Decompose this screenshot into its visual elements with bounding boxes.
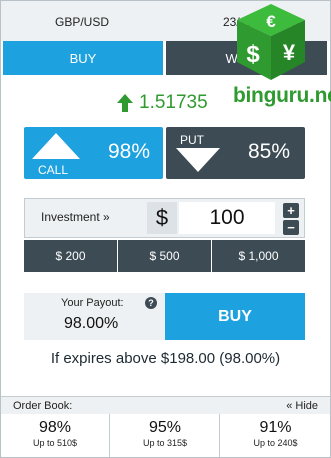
amount-input[interactable]: 100 (179, 202, 275, 234)
increase-button[interactable]: + (283, 203, 299, 218)
up-arrow-icon (117, 94, 133, 112)
quick-amount-500[interactable]: $ 500 (118, 240, 211, 272)
svg-text:¥: ¥ (283, 40, 296, 65)
tab-buy[interactable]: BUY (3, 41, 163, 75)
order-book-title: Order Book: (13, 400, 73, 412)
expiry-text: If expires above $198.00 (98.00%) (50, 350, 281, 367)
order-book-header: Order Book: « Hide (1, 396, 330, 414)
help-icon[interactable]: ? (145, 297, 157, 309)
svg-text:$: $ (246, 41, 260, 68)
buy-button[interactable]: BUY (165, 293, 305, 340)
put-button[interactable]: PUT 85% (166, 127, 305, 179)
call-label: CALL (38, 163, 69, 177)
order-book-limit: Up to 510$ (32, 438, 78, 448)
hide-order-book-link[interactable]: « Hide (286, 400, 318, 412)
order-book-percent: 91% (259, 419, 292, 436)
price-display: 1.51735 (117, 92, 208, 114)
down-triangle-icon (176, 148, 220, 172)
currency-cube-icon: € $ ¥ (237, 4, 305, 80)
put-percent: 85% (248, 140, 291, 163)
order-book-limit: Up to 240$ (253, 438, 298, 448)
up-triangle-icon (32, 133, 80, 159)
order-book-percent: 95% (148, 419, 182, 436)
currency-pair: GBP/USD (55, 15, 110, 29)
svg-text:€: € (266, 12, 276, 31)
order-book-limit: Up to 315$ (142, 438, 188, 448)
call-percent: 98% (108, 140, 151, 163)
order-book-percent: 98% (38, 419, 72, 436)
call-button[interactable]: 98% CALL (24, 127, 163, 179)
order-book-entry[interactable]: 95% Up to 315$ (111, 414, 220, 457)
investment-panel: Investment » $ 100 + − (24, 198, 305, 238)
current-price: 1.51735 (139, 92, 208, 113)
put-label: PUT (180, 133, 204, 147)
investment-label: Investment » (41, 210, 110, 224)
quick-amount-1000[interactable]: $ 1,000 (212, 240, 305, 272)
order-book: 98% Up to 510$ 95% Up to 315$ 91% Up to … (1, 414, 330, 457)
order-book-entry[interactable]: 98% Up to 510$ (1, 414, 110, 457)
currency-symbol: $ (147, 202, 177, 234)
payout-label: Your Payout: (61, 297, 124, 309)
payout-value: 98.00% (64, 315, 119, 332)
quick-amount-200[interactable]: $ 200 (24, 240, 117, 272)
order-book-entry[interactable]: 91% Up to 240$ (221, 414, 330, 457)
payout-panel: Your Payout: ? 98.00% (24, 293, 165, 340)
decrease-button[interactable]: − (283, 220, 299, 235)
logo-text: binguru.net (233, 84, 331, 107)
